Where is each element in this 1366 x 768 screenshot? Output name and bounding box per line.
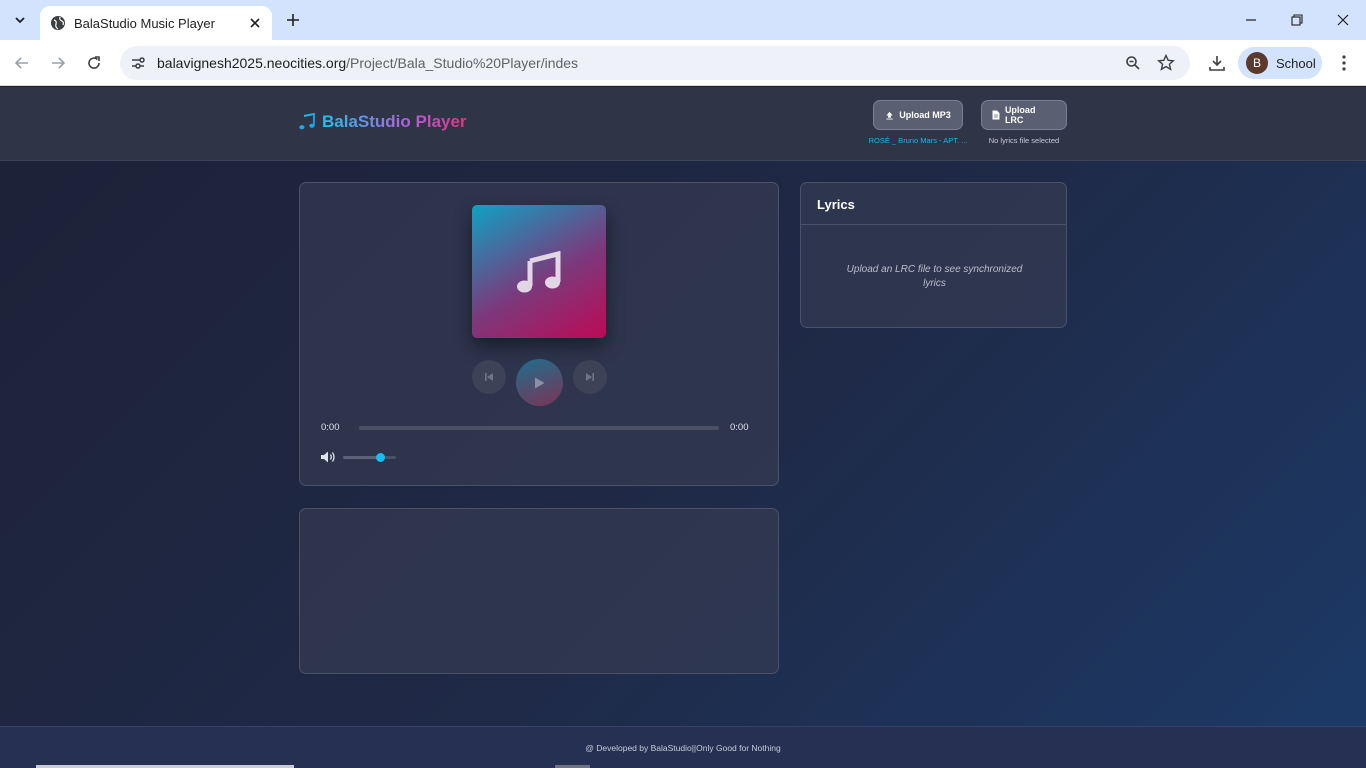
arrow-left-icon (14, 57, 28, 69)
more-vertical-icon (1342, 55, 1346, 71)
upload-lrc-button[interactable]: Upload LRC (981, 100, 1067, 130)
close-window-button[interactable] (1320, 0, 1366, 40)
close-icon (250, 18, 260, 28)
tab-title: BalaStudio Music Player (74, 15, 215, 31)
progress-bar[interactable] (359, 426, 719, 430)
play-button[interactable] (516, 359, 563, 406)
skip-back-icon (485, 373, 493, 381)
address-bar[interactable]: balavignesh2025.neocities.org/Project/Ba… (120, 46, 1190, 80)
star-icon (1157, 54, 1175, 71)
music-note-icon (299, 113, 315, 130)
bookmark-button[interactable] (1154, 51, 1178, 75)
next-button[interactable] (573, 360, 607, 394)
upload-mp3-label: Upload MP3 (899, 110, 951, 120)
forward-button[interactable] (44, 49, 72, 77)
file-icon (992, 110, 1000, 120)
zoom-button[interactable] (1121, 51, 1145, 75)
url-path: /Project/Bala_Studio%20Player/indes (346, 55, 579, 71)
upload-lrc-label: Upload LRC (1004, 105, 1036, 125)
restore-icon (1291, 14, 1303, 26)
minimize-button[interactable] (1228, 0, 1274, 40)
album-art (472, 205, 606, 338)
mp3-file-status: ROSÉ _ Bruno Mars - APT. ... (868, 136, 968, 145)
minimize-icon (1246, 19, 1256, 21)
upload-mp3-button[interactable]: Upload MP3 (873, 100, 963, 130)
url-text: balavignesh2025.neocities.org/Project/Ba… (157, 55, 578, 71)
arrow-right-icon (52, 57, 66, 69)
new-tab-button[interactable] (281, 8, 305, 32)
upload-mp3-group: Upload MP3 ROSÉ _ Bruno Mars - APT. ... (864, 100, 972, 145)
visualizer-panel (299, 508, 779, 674)
previous-button[interactable] (472, 360, 506, 394)
globe-icon (50, 15, 66, 31)
restore-button[interactable] (1274, 0, 1320, 40)
current-time: 0:00 (321, 422, 340, 433)
upload-icon (886, 111, 893, 120)
browser-tab-active[interactable]: BalaStudio Music Player (40, 6, 272, 40)
site-footer: @ Developed by BalaStudio||Only Good for… (0, 726, 1366, 768)
url-host: balavignesh2025.neocities.org (157, 55, 347, 71)
browser-toolbar: balavignesh2025.neocities.org/Project/Ba… (0, 40, 1366, 86)
footer-text: @ Developed by BalaStudio||Only Good for… (585, 742, 781, 753)
skip-forward-icon (586, 373, 594, 381)
lrc-file-status: No lyrics file selected (988, 136, 1060, 145)
logo[interactable]: BalaStudio Player (298, 112, 467, 132)
back-button[interactable] (8, 49, 36, 77)
page-content: BalaStudio Player Upload MP3 ROSÉ _ Brun… (0, 87, 1366, 768)
site-header: BalaStudio Player Upload MP3 ROSÉ _ Brun… (0, 87, 1366, 161)
tune-icon (132, 57, 145, 69)
volume-fill (343, 456, 381, 459)
tab-search-button[interactable] (8, 8, 32, 32)
volume-slider[interactable] (343, 453, 396, 462)
player-card: 0:00 0:00 (299, 182, 779, 486)
lyrics-placeholder: Upload an LRC file to see synchronized l… (846, 264, 1023, 289)
duration: 0:00 (730, 422, 749, 433)
download-icon (1209, 56, 1225, 71)
browser-menu-button[interactable] (1330, 49, 1358, 77)
reload-icon (88, 56, 100, 69)
upload-lrc-group: Upload LRC No lyrics file selected (979, 100, 1069, 145)
plus-icon (287, 14, 299, 26)
lyrics-title: Lyrics (801, 183, 1066, 225)
chevron-down-icon (15, 17, 25, 24)
close-icon (1337, 14, 1349, 26)
tab-close-button[interactable] (246, 14, 264, 32)
downloads-button[interactable] (1203, 49, 1231, 77)
lyrics-card: Lyrics Upload an LRC file to see synchro… (800, 182, 1067, 328)
reload-button[interactable] (80, 49, 108, 77)
volume-thumb[interactable] (375, 453, 385, 462)
music-note-icon (517, 250, 561, 292)
avatar: B (1246, 52, 1268, 74)
tab-strip: BalaStudio Music Player (0, 0, 1366, 40)
logo-text: BalaStudio Player (322, 112, 467, 131)
zoom-icon (1126, 56, 1140, 70)
site-info-button[interactable] (126, 51, 150, 75)
play-icon (535, 377, 545, 388)
profile-button[interactable]: B School (1238, 47, 1322, 79)
volume-button[interactable] (320, 450, 336, 464)
profile-name: School (1276, 55, 1316, 71)
volume-icon (321, 451, 335, 463)
